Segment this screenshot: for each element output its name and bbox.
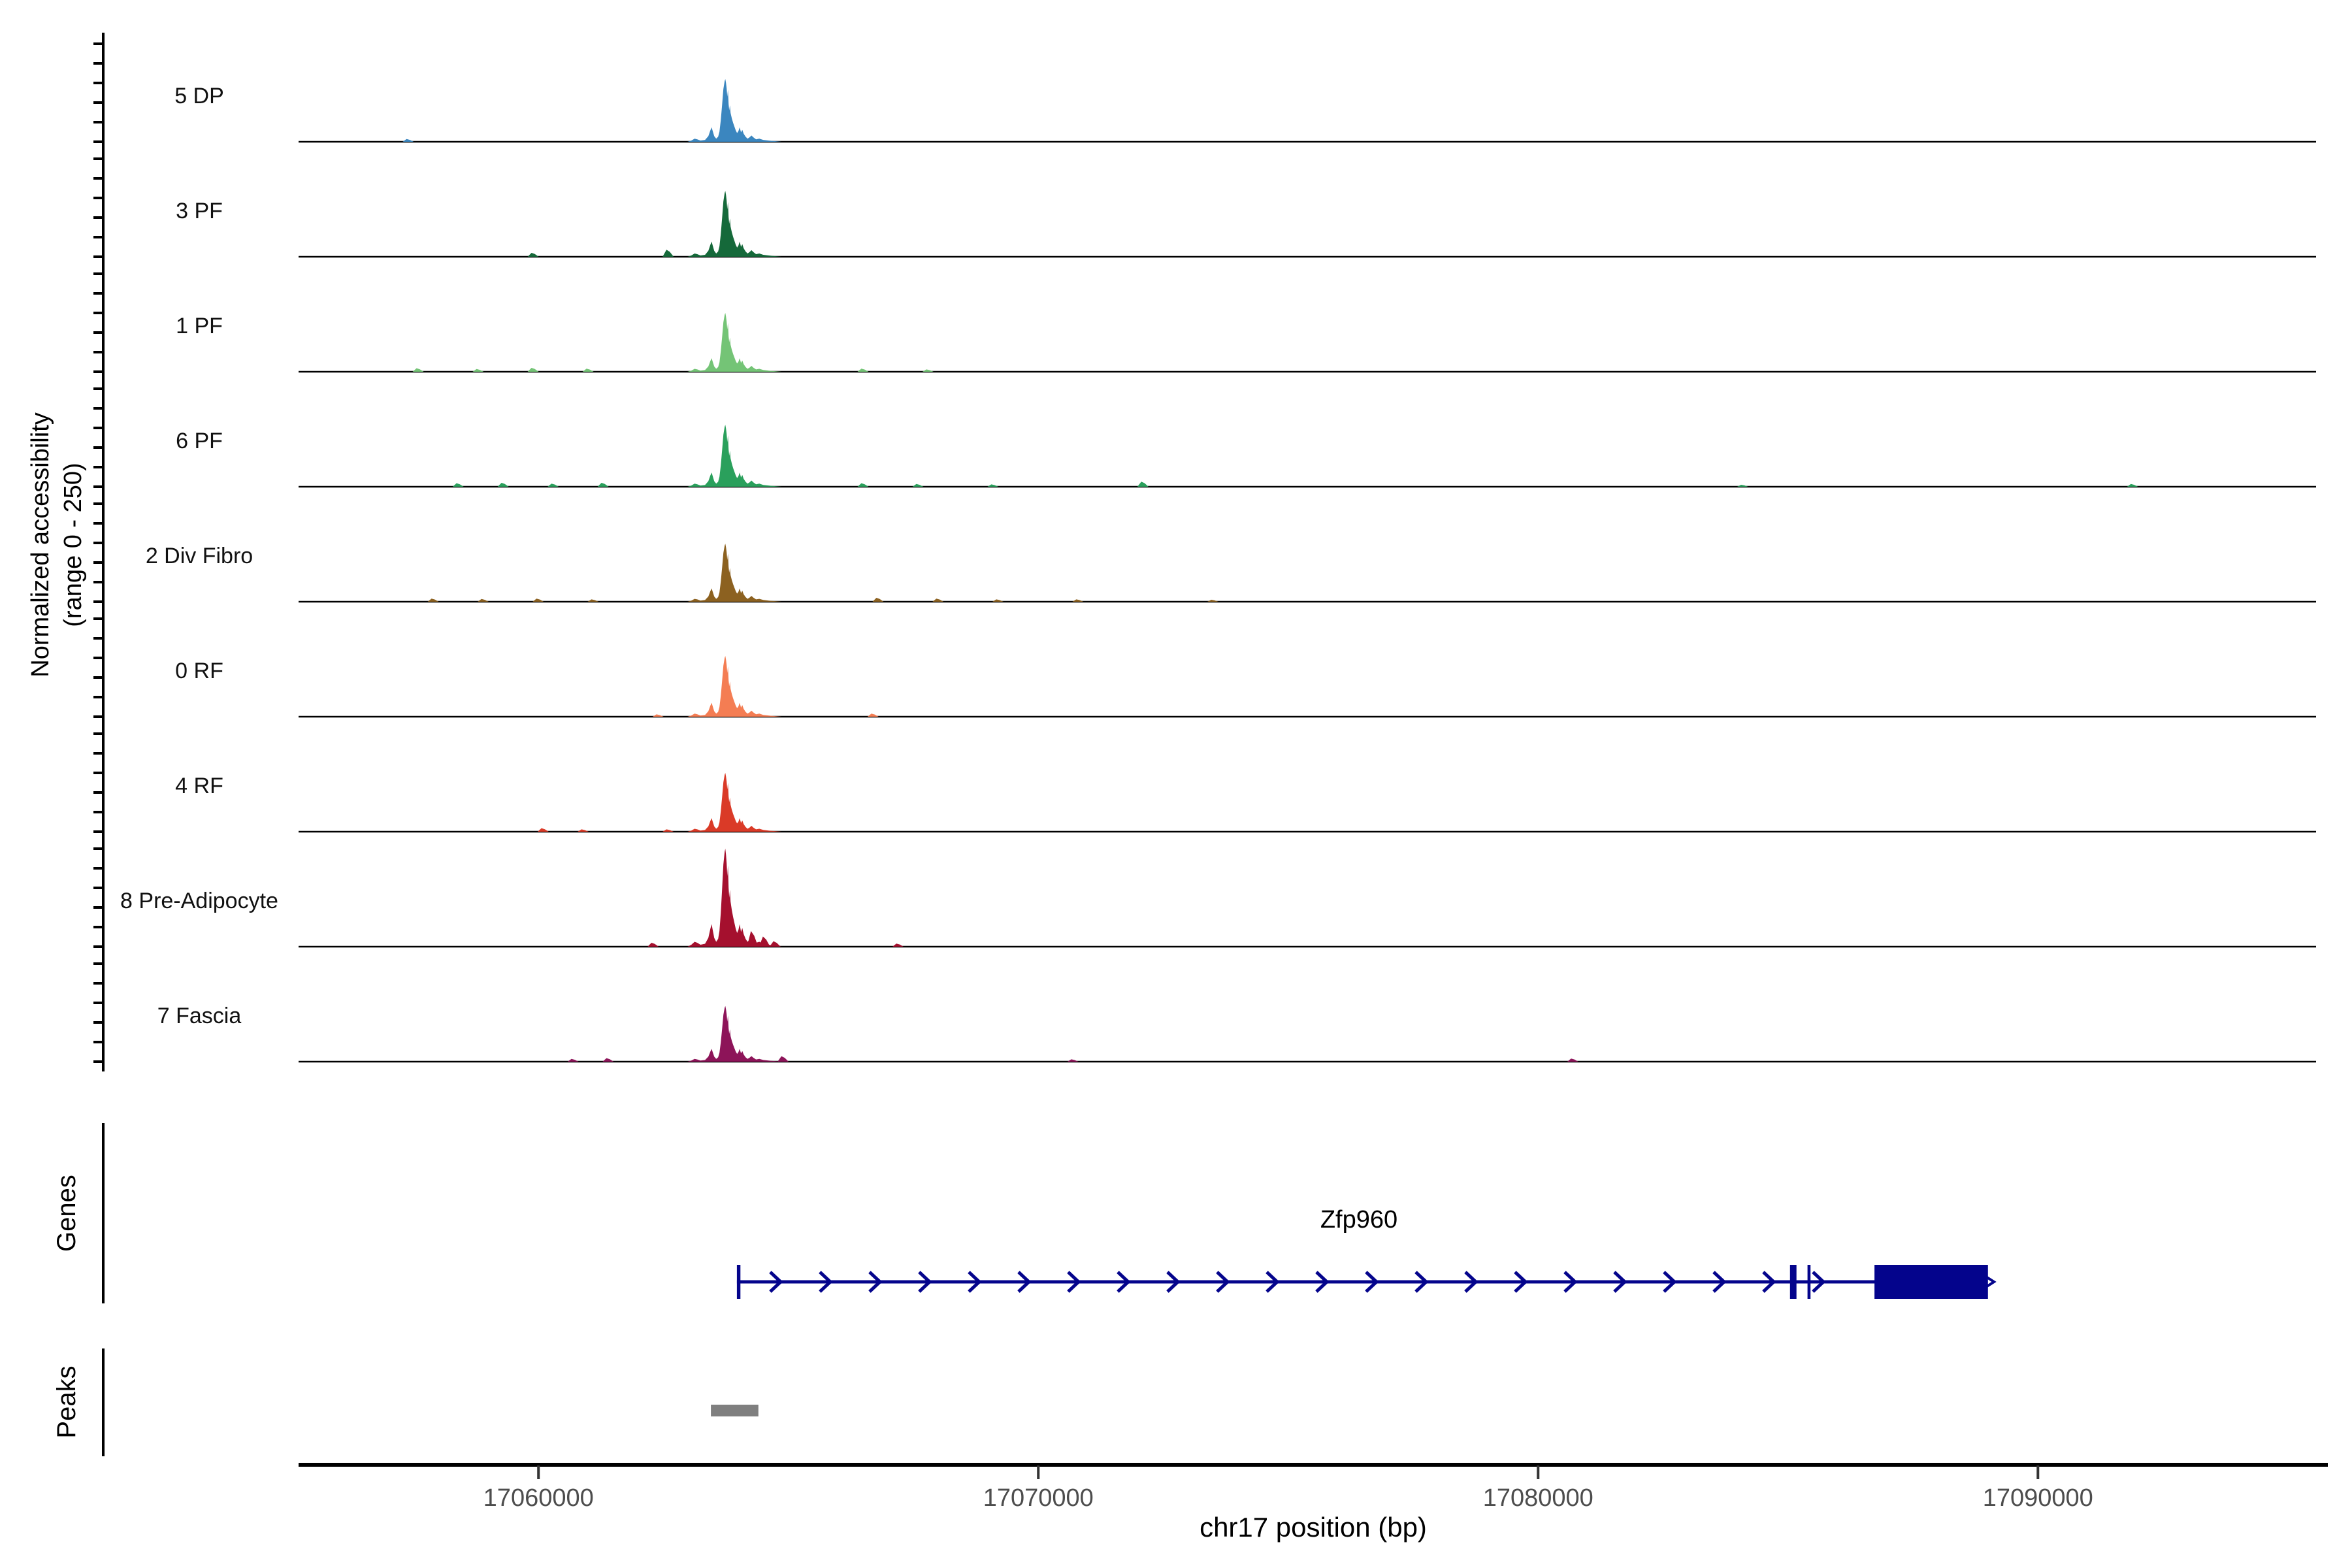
coverage-peak-area bbox=[687, 849, 782, 947]
coverage-noise-bump bbox=[537, 828, 549, 832]
track-label: 8 Pre-Adipocyte bbox=[120, 889, 278, 913]
coverage-plot-canvas: 5 DP 3 PF 1 PF 6 PF 2 Div Fibro 0 RF 4 RF 8 Pre… bbox=[27, 33, 2328, 1543]
coverage-noise-bump bbox=[857, 368, 869, 372]
generated-plot-layers: 5 DP 3 PF 1 PF 6 PF 2 Div Fibro 0 RF 4 RF 8 Pre… bbox=[93, 33, 2328, 1512]
coverage-noise-bump bbox=[412, 368, 424, 372]
coverage-noise-bump bbox=[2127, 483, 2138, 487]
coverage-noise-bump bbox=[647, 943, 659, 947]
coverage-noise-bump bbox=[1067, 1059, 1079, 1062]
coverage-noise-bump bbox=[427, 598, 439, 602]
gene-exon bbox=[1807, 1265, 1811, 1299]
y-axis-title-line2: (range 0 - 250) bbox=[59, 463, 87, 627]
coverage-noise-bump bbox=[587, 599, 599, 602]
coverage-noise-bump bbox=[872, 598, 884, 602]
coverage-noise-bump bbox=[769, 941, 781, 947]
coverage-noise-bump bbox=[857, 483, 869, 487]
coverage-noise-bump bbox=[1137, 482, 1149, 487]
called-peak-box bbox=[711, 1405, 759, 1416]
coverage-noise-bump bbox=[662, 829, 674, 832]
track-label: 7 Fascia bbox=[157, 1004, 242, 1028]
coverage-noise-bump bbox=[777, 1056, 789, 1062]
x-axis-title: chr17 position (bp) bbox=[1200, 1512, 1427, 1543]
x-tick-label: 17070000 bbox=[983, 1484, 1094, 1512]
coverage-plot-figure: 5 DP 3 PF 1 PF 6 PF 2 Div Fibro 0 RF 4 RF 8 Pre… bbox=[0, 0, 2352, 1568]
coverage-peak-area bbox=[687, 191, 782, 257]
gene-name-label: Zfp960 bbox=[1320, 1206, 1397, 1233]
coverage-noise-bump bbox=[932, 598, 944, 602]
coverage-noise-bump bbox=[922, 369, 934, 372]
coverage-peak-area bbox=[687, 656, 782, 717]
genes-section-label: Genes bbox=[52, 1175, 81, 1252]
coverage-peak-area bbox=[687, 544, 782, 602]
coverage-peak-area bbox=[687, 773, 782, 832]
coverage-noise-bump bbox=[1072, 599, 1084, 602]
track-label: 0 RF bbox=[175, 659, 223, 683]
coverage-noise-bump bbox=[567, 1058, 579, 1062]
coverage-noise-bump bbox=[547, 483, 559, 487]
coverage-noise-bump bbox=[532, 598, 544, 602]
gene-exon bbox=[1874, 1265, 1988, 1299]
coverage-noise-bump bbox=[652, 714, 664, 717]
coverage-noise-bump bbox=[602, 1058, 614, 1062]
coverage-peak-area bbox=[687, 313, 782, 372]
coverage-noise-bump bbox=[472, 368, 484, 372]
x-tick-label: 17080000 bbox=[1483, 1484, 1593, 1512]
coverage-noise-bump bbox=[478, 598, 489, 602]
track-label: 4 RF bbox=[175, 774, 223, 798]
x-tick-label: 17060000 bbox=[483, 1484, 594, 1512]
coverage-noise-bump bbox=[867, 713, 879, 717]
track-label: 2 Div Fibro bbox=[146, 544, 253, 568]
coverage-noise-bump bbox=[1567, 1058, 1578, 1062]
peaks-section-label: Peaks bbox=[52, 1365, 81, 1438]
coverage-noise-bump bbox=[402, 139, 414, 142]
track-label: 5 DP bbox=[174, 84, 224, 108]
coverage-peak-area bbox=[687, 425, 782, 487]
gene-exon bbox=[736, 1265, 741, 1299]
coverage-noise-bump bbox=[987, 484, 999, 487]
coverage-noise-bump bbox=[527, 368, 539, 372]
coverage-noise-bump bbox=[992, 599, 1004, 602]
track-label: 3 PF bbox=[176, 199, 223, 223]
coverage-noise-bump bbox=[582, 368, 594, 372]
y-axis-title-line1: Normalized accessibility bbox=[27, 412, 54, 677]
gene-exon bbox=[1789, 1265, 1797, 1299]
coverage-noise-bump bbox=[578, 829, 589, 832]
coverage-noise-bump bbox=[912, 483, 924, 487]
coverage-noise-bump bbox=[527, 253, 539, 257]
coverage-noise-bump bbox=[747, 931, 759, 947]
coverage-noise-bump bbox=[892, 943, 904, 947]
track-label: 1 PF bbox=[176, 314, 223, 338]
x-tick-label: 17090000 bbox=[1983, 1484, 2093, 1512]
coverage-peak-area bbox=[687, 1005, 782, 1062]
coverage-noise-bump bbox=[452, 483, 464, 487]
coverage-noise-bump bbox=[597, 483, 609, 487]
coverage-noise-bump bbox=[1207, 600, 1218, 602]
coverage-noise-bump bbox=[662, 250, 674, 257]
coverage-noise-bump bbox=[497, 483, 509, 487]
coverage-noise-bump bbox=[759, 936, 770, 947]
track-label: 6 PF bbox=[176, 429, 223, 453]
coverage-noise-bump bbox=[1737, 485, 1748, 487]
coverage-peak-area bbox=[687, 79, 782, 142]
